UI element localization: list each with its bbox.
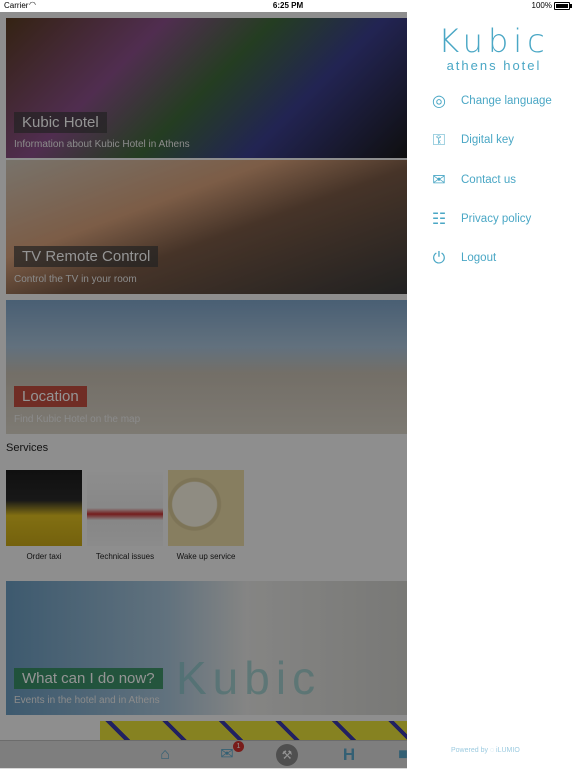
globe-icon: ◎ <box>432 93 446 110</box>
logo-subtitle: athens hotel <box>446 58 542 73</box>
powered-by-brand: iLUMIO <box>496 747 520 754</box>
key-icon: ⚿ <box>432 132 446 149</box>
menu-item-logout[interactable]: ⏻ Logout <box>429 249 569 271</box>
menu-item-privacy-policy[interactable]: ☷ Privacy policy <box>429 210 569 232</box>
menu-item-label: Contact us <box>461 174 516 186</box>
menu-item-digital-key[interactable]: ⚿ Digital key <box>429 131 569 153</box>
logo-brand: Kubic <box>438 22 550 60</box>
powered-by-label: Powered by <box>451 747 488 754</box>
powered-by: Powered by ◌ iLUMIO <box>451 747 520 754</box>
ilumio-logo-icon: ◌ <box>489 747 495 754</box>
battery-percent: 100% <box>531 1 552 10</box>
menu-item-label: Privacy policy <box>461 213 532 225</box>
power-icon: ⏻ <box>432 250 446 267</box>
kubic-logo: Kubic athens hotel <box>429 22 559 73</box>
status-time: 6:25 PM <box>272 1 304 10</box>
side-menu: Kubic athens hotel ◎ Change language ⚿ D… <box>407 12 576 768</box>
envelope-icon: ✉ <box>432 172 446 189</box>
menu-item-label: Change language <box>461 95 552 107</box>
battery-fill <box>556 4 568 8</box>
battery-icon <box>554 2 572 10</box>
menu-item-contact-us[interactable]: ✉ Contact us <box>429 171 569 193</box>
status-bar: Carrier ◠ 6:25 PM 100% <box>0 0 576 12</box>
document-icon: ☷ <box>431 211 447 228</box>
menu-item-change-language[interactable]: ◎ Change language <box>429 92 569 114</box>
menu-item-label: Logout <box>461 252 497 264</box>
menu-item-label: Digital key <box>461 134 515 146</box>
dim-overlay[interactable] <box>0 12 407 768</box>
